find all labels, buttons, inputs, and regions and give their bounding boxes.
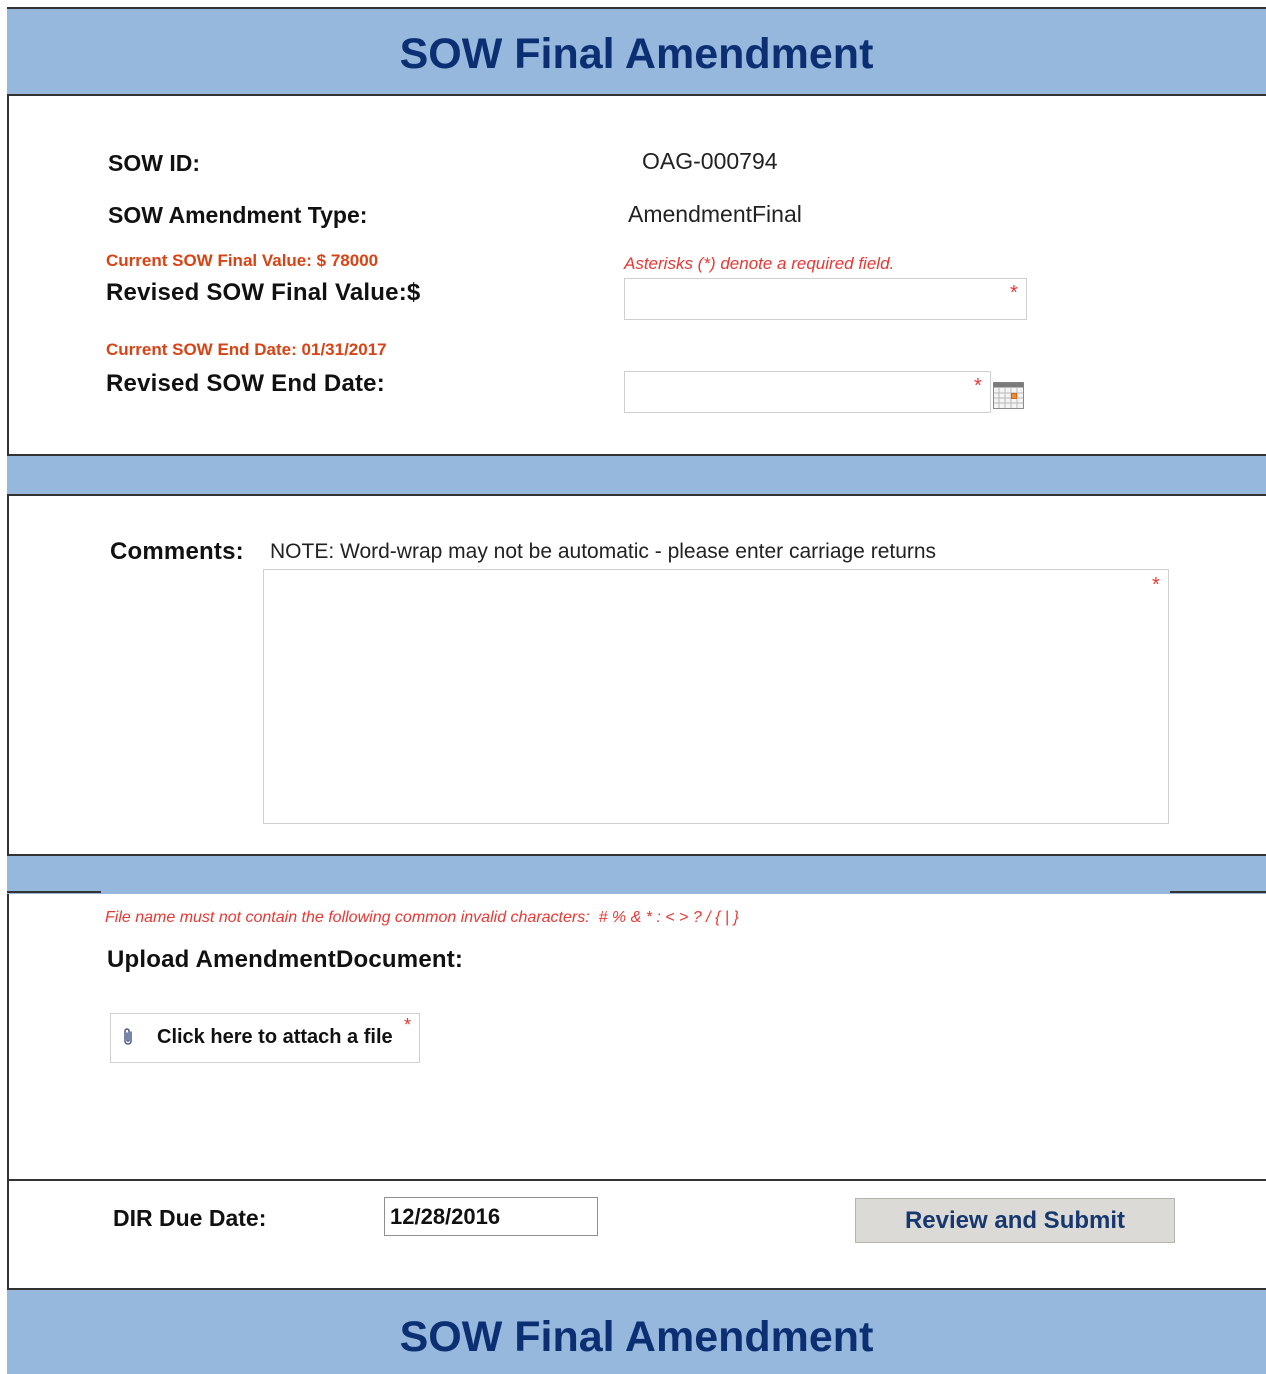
current-end-date: Current SOW End Date: 01/31/2017 xyxy=(106,340,387,360)
invalid-characters-note: File name must not contain the following… xyxy=(105,909,739,926)
section-divider-band xyxy=(7,854,1266,894)
required-marker: * xyxy=(1010,282,1018,304)
required-field-note: Asterisks (*) denote a required field. xyxy=(624,254,895,273)
required-marker: * xyxy=(1152,574,1160,596)
comments-field[interactable] xyxy=(263,569,1169,824)
paperclip-icon xyxy=(121,1027,135,1052)
comments-label: Comments: xyxy=(110,538,244,565)
current-final-value-amount: 78000 xyxy=(330,251,379,270)
footer-band: SOW Final Amendment xyxy=(7,1288,1266,1374)
divider-line xyxy=(7,891,101,893)
header-band: SOW Final Amendment xyxy=(7,7,1266,96)
current-final-value: Current SOW Final Value: $ 78000 xyxy=(106,251,378,271)
divider-line xyxy=(1170,891,1266,893)
current-end-date-label: Current SOW End Date: xyxy=(106,340,297,359)
review-and-submit-button[interactable]: Review and Submit xyxy=(855,1198,1175,1243)
sow-id-label: SOW ID: xyxy=(108,150,200,176)
attach-file-label: Click here to attach a file xyxy=(157,1026,393,1048)
revised-final-value-input[interactable] xyxy=(625,279,1026,319)
page-title: SOW Final Amendment xyxy=(399,30,874,78)
upload-label: Upload AmendmentDocument: xyxy=(107,946,464,973)
calendar-icon[interactable] xyxy=(993,382,1024,409)
section-divider-band xyxy=(7,454,1266,496)
required-marker: * xyxy=(974,375,982,397)
submit-row-divider xyxy=(7,1179,1266,1181)
due-date-input[interactable] xyxy=(385,1198,597,1235)
due-date-label: DIR Due Date: xyxy=(113,1205,267,1231)
attach-file-button[interactable]: Click here to attach a file * xyxy=(110,1013,420,1063)
footer-title: SOW Final Amendment xyxy=(399,1313,874,1361)
amendment-type-value: AmendmentFinal xyxy=(628,201,802,227)
due-date-field[interactable] xyxy=(384,1197,598,1236)
required-marker: * xyxy=(404,1015,412,1035)
current-end-date-value: 01/31/2017 xyxy=(301,340,387,359)
amendment-type-label: SOW Amendment Type: xyxy=(108,202,368,228)
sow-id-value: OAG-000794 xyxy=(642,148,778,174)
revised-final-value-field[interactable] xyxy=(624,278,1027,320)
comments-note: NOTE: Word-wrap may not be automatic - p… xyxy=(270,540,937,563)
revised-end-date-input[interactable] xyxy=(625,372,990,412)
revised-final-value-label: Revised SOW Final Value:$ xyxy=(106,279,421,306)
revised-end-date-label: Revised SOW End Date: xyxy=(106,370,385,397)
current-final-value-label: Current SOW Final Value: $ xyxy=(106,251,327,270)
revised-end-date-field[interactable] xyxy=(624,371,991,413)
comments-textarea[interactable] xyxy=(264,570,1168,823)
